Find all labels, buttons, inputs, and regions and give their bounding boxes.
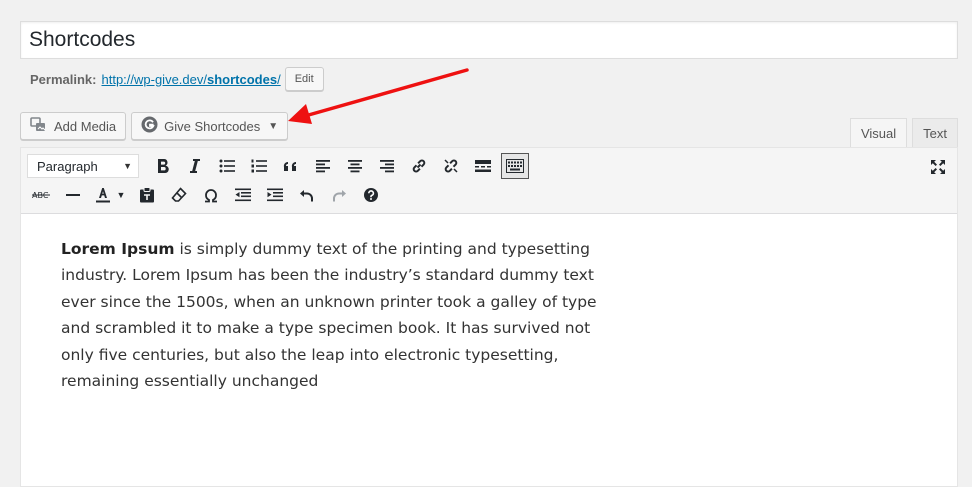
special-character-icon[interactable]	[195, 182, 227, 208]
permalink-url-prefix: http://wp-give.dev/	[101, 71, 207, 87]
toolbar-toggle-icon[interactable]	[501, 153, 529, 179]
editor-toolbar: Paragraph ▼ ABC ▼	[21, 148, 957, 214]
permalink-label: Permalink:	[30, 71, 97, 87]
align-center-icon[interactable]	[339, 153, 371, 179]
decrease-indent-icon[interactable]	[227, 182, 259, 208]
add-media-button[interactable]: Add Media	[20, 112, 127, 140]
tab-visual[interactable]: Visual	[849, 118, 908, 148]
redo-icon[interactable]	[323, 182, 355, 208]
bullet-list-icon[interactable]	[211, 153, 243, 179]
paste-as-text-icon[interactable]	[131, 182, 163, 208]
tab-text[interactable]: Text	[912, 118, 958, 147]
increase-indent-icon[interactable]	[259, 182, 291, 208]
give-shortcodes-label: Give Shortcodes	[164, 118, 261, 134]
content-paragraph: Lorem Ipsum is simply dummy text of the …	[61, 236, 621, 394]
add-media-icon	[30, 116, 48, 136]
permalink-bar: Permalink: http://wp-give.dev/shortcodes…	[30, 67, 324, 91]
permalink-edit-button[interactable]: Edit	[284, 67, 324, 91]
read-more-icon[interactable]	[467, 153, 499, 179]
content-body: is simply dummy text of the printing and…	[61, 240, 597, 391]
permalink-slug: shortcodes	[206, 71, 278, 87]
numbered-list-icon[interactable]	[243, 153, 275, 179]
editor-content-area[interactable]: Lorem Ipsum is simply dummy text of the …	[21, 214, 661, 416]
toolbar-row-2: ABC ▼	[25, 182, 387, 208]
toolbar-row-1: Paragraph ▼	[25, 153, 531, 179]
align-right-icon[interactable]	[371, 153, 403, 179]
editor-mode-tabs: Visual Text	[849, 118, 958, 148]
unlink-icon[interactable]	[435, 153, 467, 179]
content-bold-lead: Lorem Ipsum	[61, 240, 175, 258]
chevron-down-icon: ▼	[116, 190, 126, 200]
content-editor: Paragraph ▼ ABC ▼ Lorem Ipsum is simply …	[20, 147, 958, 487]
permalink-url-suffix: /	[277, 71, 281, 87]
help-icon[interactable]	[355, 182, 387, 208]
blockquote-icon[interactable]	[275, 153, 307, 179]
post-title-input[interactable]	[21, 22, 957, 58]
format-select-value: Paragraph	[37, 158, 98, 174]
chevron-down-icon: ▼	[123, 161, 132, 171]
media-buttons: Add Media Give Shortcodes ▼	[20, 112, 289, 140]
italic-icon[interactable]	[179, 153, 211, 179]
strikethrough-icon[interactable]: ABC	[25, 182, 57, 208]
text-color-icon[interactable]: ▼	[89, 182, 131, 208]
fullscreen-icon[interactable]	[927, 156, 949, 178]
format-select[interactable]: Paragraph ▼	[27, 154, 139, 178]
align-left-icon[interactable]	[307, 153, 339, 179]
horizontal-line-icon[interactable]	[57, 182, 89, 208]
permalink-link[interactable]: http://wp-give.dev/shortcodes/	[101, 72, 280, 87]
undo-icon[interactable]	[291, 182, 323, 208]
clear-formatting-icon[interactable]	[163, 182, 195, 208]
give-logo-icon	[141, 116, 158, 136]
link-icon[interactable]	[403, 153, 435, 179]
add-media-label: Add Media	[54, 118, 117, 134]
post-title-field[interactable]	[20, 21, 958, 59]
give-shortcodes-button[interactable]: Give Shortcodes ▼	[131, 112, 289, 140]
chevron-down-icon: ▼	[268, 120, 279, 132]
bold-icon[interactable]	[147, 153, 179, 179]
